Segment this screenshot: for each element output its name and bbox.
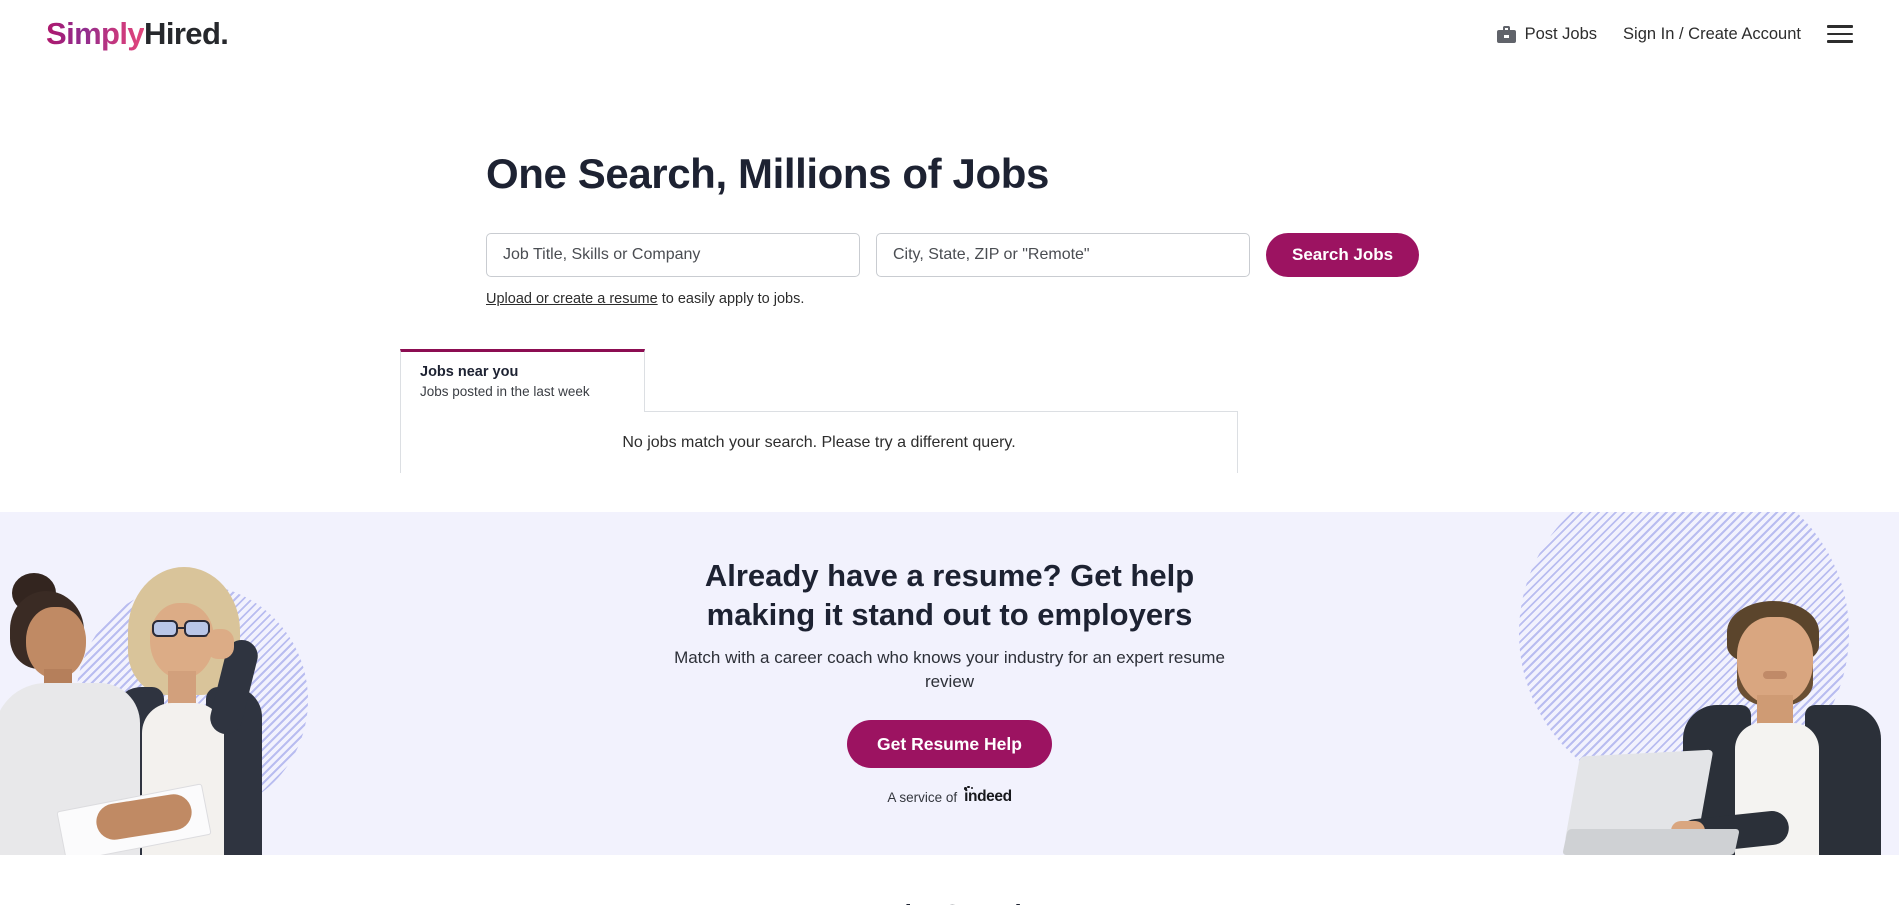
job-title-field-wrapper[interactable] [486, 233, 860, 278]
promo-photo-two-women [0, 565, 290, 855]
job-search-form: Search Jobs [486, 233, 1899, 278]
promo-photo-man-with-laptop [1559, 555, 1899, 855]
logo-text-simply: Simply [46, 16, 145, 51]
promo-subheading: Match with a career coach who knows your… [674, 648, 1225, 692]
header-actions: Post Jobs Sign In / Create Account [1496, 19, 1853, 50]
tab-subtitle: Jobs posted in the last week [420, 384, 590, 400]
job-title-input[interactable] [501, 234, 845, 277]
simplyhired-logo[interactable]: Simply Hired. [46, 16, 229, 52]
post-jobs-label: Post Jobs [1524, 24, 1598, 43]
tab-title: Jobs near you [420, 364, 519, 381]
indeed-logo: indeed [964, 785, 1012, 806]
briefcase-icon [1496, 25, 1516, 43]
below-fold-section: Popular Searches [0, 855, 1899, 905]
job-results-panel: No jobs match your search. Please try a … [400, 411, 1238, 474]
promo-heading: Already have a resume? Get help making i… [704, 558, 1195, 633]
below-fold-clipped-heading: Popular Searches [0, 899, 1899, 905]
resume-upload-line: Upload or create a resume to easily appl… [486, 291, 1899, 307]
hero-section: One Search, Millions of Jobs Search Jobs… [0, 68, 1899, 307]
service-of-label: A service of [887, 789, 958, 805]
get-resume-help-button[interactable]: Get Resume Help [847, 720, 1052, 769]
location-input[interactable] [891, 234, 1235, 277]
service-attribution: A service of indeed [670, 785, 1230, 806]
site-header: Simply Hired. Post Jobs Sign In / Create … [0, 0, 1899, 68]
promo-content: Already have a resume? Get help making i… [670, 512, 1230, 806]
resume-promo-band: Already have a resume? Get help making i… [0, 512, 1899, 855]
upload-create-resume-link[interactable]: Upload or create a resume [486, 291, 658, 307]
logo-text-hired: Hired. [144, 16, 229, 51]
sign-in-create-account-link[interactable]: Sign In / Create Account [1623, 19, 1801, 50]
indeed-wordmark: indeed [964, 788, 1012, 806]
empty-results-message: No jobs match your search. Please try a … [622, 433, 1016, 451]
page-title: One Search, Millions of Jobs [486, 150, 1049, 197]
job-tabs: Jobs near you Jobs posted in the last we… [0, 349, 1899, 413]
tab-jobs-near-you[interactable]: Jobs near you Jobs posted in the last we… [400, 349, 645, 413]
indeed-dots-icon [964, 785, 974, 790]
resume-line-rest: to easily apply to jobs. [657, 291, 805, 308]
post-jobs-link[interactable]: Post Jobs [1496, 19, 1598, 50]
location-field-wrapper[interactable] [876, 233, 1250, 278]
hamburger-menu-icon[interactable] [1827, 24, 1853, 44]
search-jobs-button[interactable]: Search Jobs [1266, 233, 1420, 278]
